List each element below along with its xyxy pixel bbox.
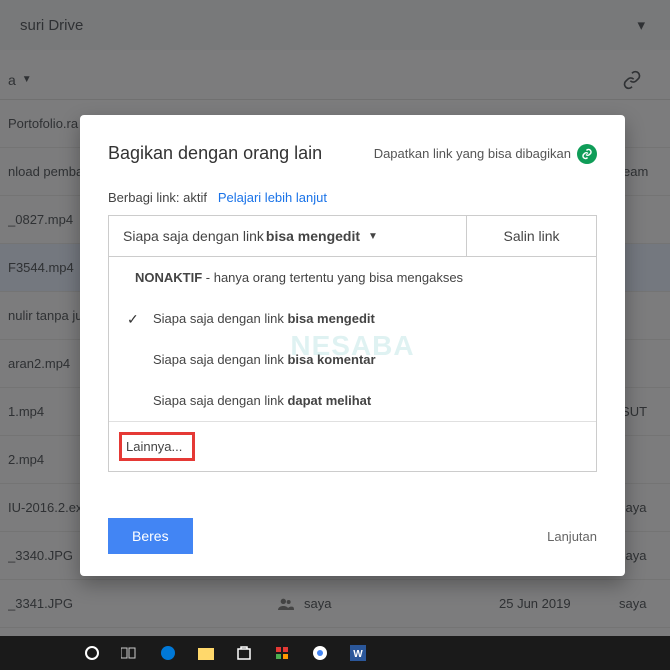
check-icon: ✓ bbox=[127, 311, 139, 328]
dropdown-more[interactable]: Lainnya... bbox=[109, 422, 596, 471]
opt1-bold: bisa mengedit bbox=[287, 311, 374, 326]
dropdown-option-view[interactable]: Siapa saja dengan link dapat melihat bbox=[109, 380, 596, 421]
done-button[interactable]: Beres bbox=[108, 518, 193, 554]
triangle-down-icon: ▼ bbox=[368, 231, 378, 242]
permission-bar: Siapa saja dengan link bisa mengedit ▼ S… bbox=[108, 215, 597, 257]
share-status-label: Berbagi link: aktif bbox=[108, 190, 207, 205]
advanced-link[interactable]: Lanjutan bbox=[547, 529, 597, 544]
off-bold: NONAKTIF bbox=[135, 270, 202, 285]
taskbar-word-icon[interactable]: W bbox=[348, 643, 368, 663]
svg-text:W: W bbox=[353, 649, 363, 660]
get-shareable-link[interactable]: Dapatkan link yang bisa dibagikan bbox=[374, 144, 597, 164]
opt2-prefix: Siapa saja dengan link bbox=[153, 352, 287, 367]
permission-dropdown: NONAKTIF - hanya orang tertentu yang bis… bbox=[108, 257, 597, 472]
share-dialog: Bagikan dengan orang lain Dapatkan link … bbox=[80, 115, 625, 576]
opt2-bold: bisa komentar bbox=[287, 352, 375, 367]
taskbar-cortana-icon[interactable] bbox=[82, 643, 102, 663]
copy-link-button[interactable]: Salin link bbox=[466, 216, 596, 256]
dialog-title: Bagikan dengan orang lain bbox=[108, 143, 322, 164]
get-link-label: Dapatkan link yang bisa dibagikan bbox=[374, 146, 571, 161]
more-label: Lainnya... bbox=[126, 439, 182, 454]
permission-select[interactable]: Siapa saja dengan link bisa mengedit ▼ bbox=[109, 216, 466, 256]
learn-more-link[interactable]: Pelajari lebih lanjut bbox=[218, 190, 327, 205]
more-highlight: Lainnya... bbox=[119, 432, 195, 461]
taskbar-taskview-icon[interactable] bbox=[120, 643, 140, 663]
taskbar-explorer-icon[interactable] bbox=[196, 643, 216, 663]
taskbar: W bbox=[0, 636, 670, 670]
off-rest: - hanya orang tertentu yang bisa mengaks… bbox=[202, 270, 463, 285]
taskbar-app-icon[interactable] bbox=[272, 643, 292, 663]
perm-prefix: Siapa saja dengan link bbox=[123, 228, 264, 244]
taskbar-chrome-icon[interactable] bbox=[310, 643, 330, 663]
opt3-bold: dapat melihat bbox=[287, 393, 371, 408]
perm-bold: bisa mengedit bbox=[266, 228, 360, 244]
dropdown-option-off[interactable]: NONAKTIF - hanya orang tertentu yang bis… bbox=[109, 257, 596, 298]
opt1-prefix: Siapa saja dengan link bbox=[153, 311, 287, 326]
taskbar-store-icon[interactable] bbox=[234, 643, 254, 663]
dropdown-option-comment[interactable]: Siapa saja dengan link bisa komentar bbox=[109, 339, 596, 380]
link-icon bbox=[577, 144, 597, 164]
share-status: Berbagi link: aktif Pelajari lebih lanju… bbox=[108, 190, 597, 205]
taskbar-edge-icon[interactable] bbox=[158, 643, 178, 663]
taskbar-icon[interactable] bbox=[44, 643, 64, 663]
dropdown-option-edit[interactable]: ✓ Siapa saja dengan link bisa mengedit bbox=[109, 298, 596, 339]
opt3-prefix: Siapa saja dengan link bbox=[153, 393, 287, 408]
